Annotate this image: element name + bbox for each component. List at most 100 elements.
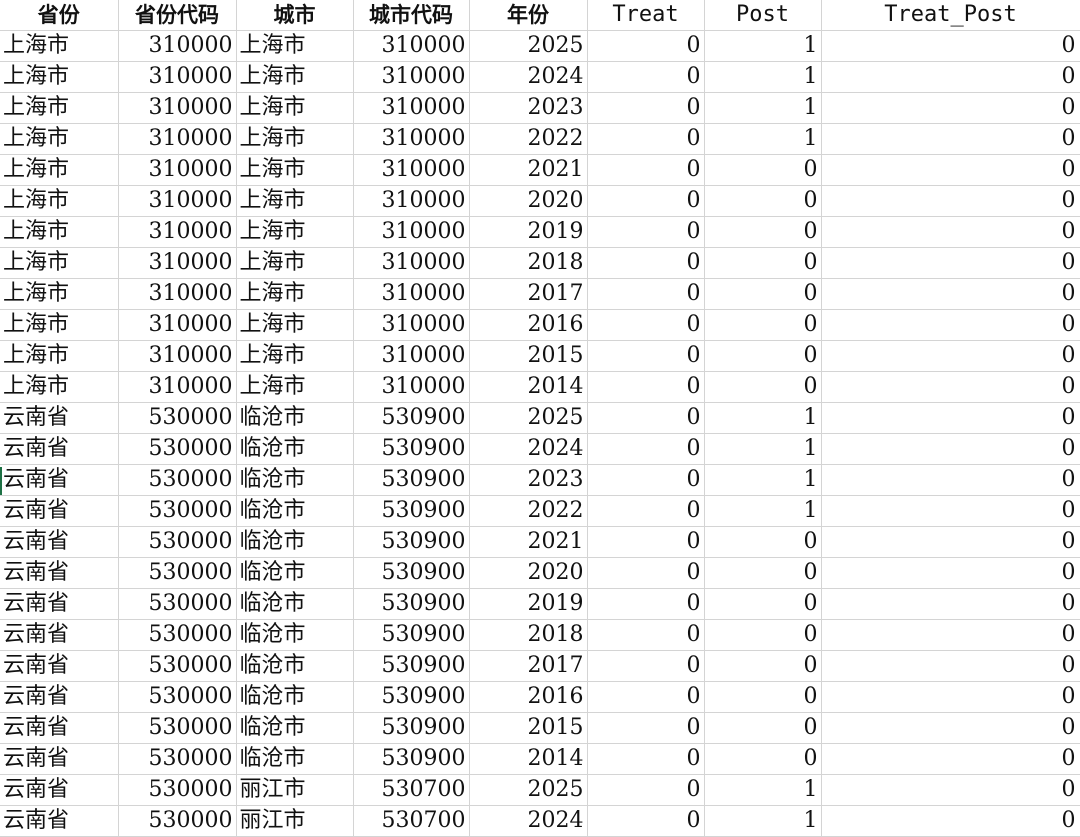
cell-treat-post[interactable]: 0 <box>821 154 1080 186</box>
header-province-code[interactable]: 省份代码 <box>118 0 237 31</box>
cell-city-code[interactable]: 530900 <box>353 588 470 620</box>
cell-treat-post[interactable]: 0 <box>821 402 1080 434</box>
cell-province[interactable]: 云南省 <box>0 712 119 744</box>
cell-province[interactable]: 云南省 <box>0 433 119 465</box>
cell-treat-post[interactable]: 0 <box>821 526 1080 558</box>
cell-post[interactable]: 1 <box>704 464 822 496</box>
cell-province-code[interactable]: 530000 <box>118 495 237 527</box>
cell-treat-post[interactable]: 0 <box>821 805 1080 837</box>
cell-treat[interactable]: 0 <box>587 805 705 837</box>
cell-treat[interactable]: 0 <box>587 123 705 155</box>
cell-city[interactable]: 丽江市 <box>236 774 354 806</box>
cell-city[interactable]: 临沧市 <box>236 588 354 620</box>
cell-city[interactable]: 上海市 <box>236 185 354 217</box>
cell-province[interactable]: 云南省 <box>0 464 119 496</box>
cell-year[interactable]: 2016 <box>469 309 588 341</box>
cell-province-code[interactable]: 310000 <box>118 278 237 310</box>
cell-city[interactable]: 临沧市 <box>236 743 354 775</box>
cell-year[interactable]: 2017 <box>469 650 588 682</box>
cell-province[interactable]: 云南省 <box>0 774 119 806</box>
cell-city-code[interactable]: 310000 <box>353 123 470 155</box>
cell-city-code[interactable]: 310000 <box>353 154 470 186</box>
cell-province-code[interactable]: 530000 <box>118 743 237 775</box>
cell-treat[interactable]: 0 <box>587 433 705 465</box>
cell-treat-post[interactable]: 0 <box>821 371 1080 403</box>
cell-city[interactable]: 临沧市 <box>236 650 354 682</box>
cell-post[interactable]: 0 <box>704 619 822 651</box>
cell-treat-post[interactable]: 0 <box>821 588 1080 620</box>
cell-province[interactable]: 上海市 <box>0 309 119 341</box>
cell-post[interactable]: 0 <box>704 681 822 713</box>
cell-treat[interactable]: 0 <box>587 588 705 620</box>
cell-city[interactable]: 上海市 <box>236 309 354 341</box>
header-post[interactable]: Post <box>704 0 822 31</box>
cell-post[interactable]: 1 <box>704 805 822 837</box>
cell-province-code[interactable]: 310000 <box>118 92 237 124</box>
cell-province-code[interactable]: 310000 <box>118 123 237 155</box>
cell-province-code[interactable]: 310000 <box>118 61 237 93</box>
cell-treat[interactable]: 0 <box>587 247 705 279</box>
cell-province-code[interactable]: 310000 <box>118 30 237 62</box>
cell-treat-post[interactable]: 0 <box>821 247 1080 279</box>
cell-city-code[interactable]: 530900 <box>353 743 470 775</box>
cell-city[interactable]: 临沧市 <box>236 619 354 651</box>
cell-treat-post[interactable]: 0 <box>821 340 1080 372</box>
cell-city[interactable]: 临沧市 <box>236 681 354 713</box>
cell-city-code[interactable]: 310000 <box>353 247 470 279</box>
cell-city-code[interactable]: 310000 <box>353 185 470 217</box>
cell-post[interactable]: 0 <box>704 247 822 279</box>
cell-treat-post[interactable]: 0 <box>821 774 1080 806</box>
cell-post[interactable]: 0 <box>704 712 822 744</box>
cell-city[interactable]: 上海市 <box>236 30 354 62</box>
cell-province-code[interactable]: 310000 <box>118 247 237 279</box>
cell-post[interactable]: 0 <box>704 650 822 682</box>
cell-treat-post[interactable]: 0 <box>821 185 1080 217</box>
cell-province[interactable]: 云南省 <box>0 743 119 775</box>
cell-province-code[interactable]: 530000 <box>118 650 237 682</box>
cell-province[interactable]: 上海市 <box>0 154 119 186</box>
cell-treat-post[interactable]: 0 <box>821 278 1080 310</box>
cell-city-code[interactable]: 530900 <box>353 433 470 465</box>
cell-year[interactable]: 2015 <box>469 712 588 744</box>
cell-year[interactable]: 2014 <box>469 371 588 403</box>
cell-year[interactable]: 2018 <box>469 619 588 651</box>
cell-province-code[interactable]: 310000 <box>118 185 237 217</box>
cell-province[interactable]: 云南省 <box>0 495 119 527</box>
cell-treat-post[interactable]: 0 <box>821 216 1080 248</box>
cell-treat-post[interactable]: 0 <box>821 92 1080 124</box>
cell-post[interactable]: 1 <box>704 92 822 124</box>
cell-year[interactable]: 2020 <box>469 185 588 217</box>
cell-post[interactable]: 1 <box>704 61 822 93</box>
cell-treat[interactable]: 0 <box>587 402 705 434</box>
cell-treat[interactable]: 0 <box>587 495 705 527</box>
cell-province-code[interactable]: 530000 <box>118 588 237 620</box>
cell-province-code[interactable]: 310000 <box>118 216 237 248</box>
header-city-code[interactable]: 城市代码 <box>353 0 470 31</box>
cell-post[interactable]: 0 <box>704 340 822 372</box>
cell-city[interactable]: 上海市 <box>236 247 354 279</box>
cell-treat[interactable]: 0 <box>587 92 705 124</box>
cell-province-code[interactable]: 530000 <box>118 619 237 651</box>
cell-treat[interactable]: 0 <box>587 712 705 744</box>
cell-city-code[interactable]: 310000 <box>353 92 470 124</box>
cell-year[interactable]: 2016 <box>469 681 588 713</box>
cell-treat-post[interactable]: 0 <box>821 650 1080 682</box>
cell-treat-post[interactable]: 0 <box>821 309 1080 341</box>
cell-treat-post[interactable]: 0 <box>821 743 1080 775</box>
cell-city[interactable]: 上海市 <box>236 371 354 403</box>
cell-province[interactable]: 上海市 <box>0 216 119 248</box>
cell-city-code[interactable]: 310000 <box>353 30 470 62</box>
cell-post[interactable]: 0 <box>704 371 822 403</box>
cell-treat[interactable]: 0 <box>587 30 705 62</box>
cell-post[interactable]: 0 <box>704 743 822 775</box>
cell-year[interactable]: 2023 <box>469 464 588 496</box>
cell-year[interactable]: 2025 <box>469 774 588 806</box>
header-province[interactable]: 省份 <box>0 0 119 31</box>
cell-city-code[interactable]: 310000 <box>353 216 470 248</box>
cell-year[interactable]: 2017 <box>469 278 588 310</box>
cell-province[interactable]: 上海市 <box>0 371 119 403</box>
cell-post[interactable]: 1 <box>704 30 822 62</box>
cell-treat[interactable]: 0 <box>587 774 705 806</box>
cell-province-code[interactable]: 310000 <box>118 371 237 403</box>
cell-treat-post[interactable]: 0 <box>821 30 1080 62</box>
